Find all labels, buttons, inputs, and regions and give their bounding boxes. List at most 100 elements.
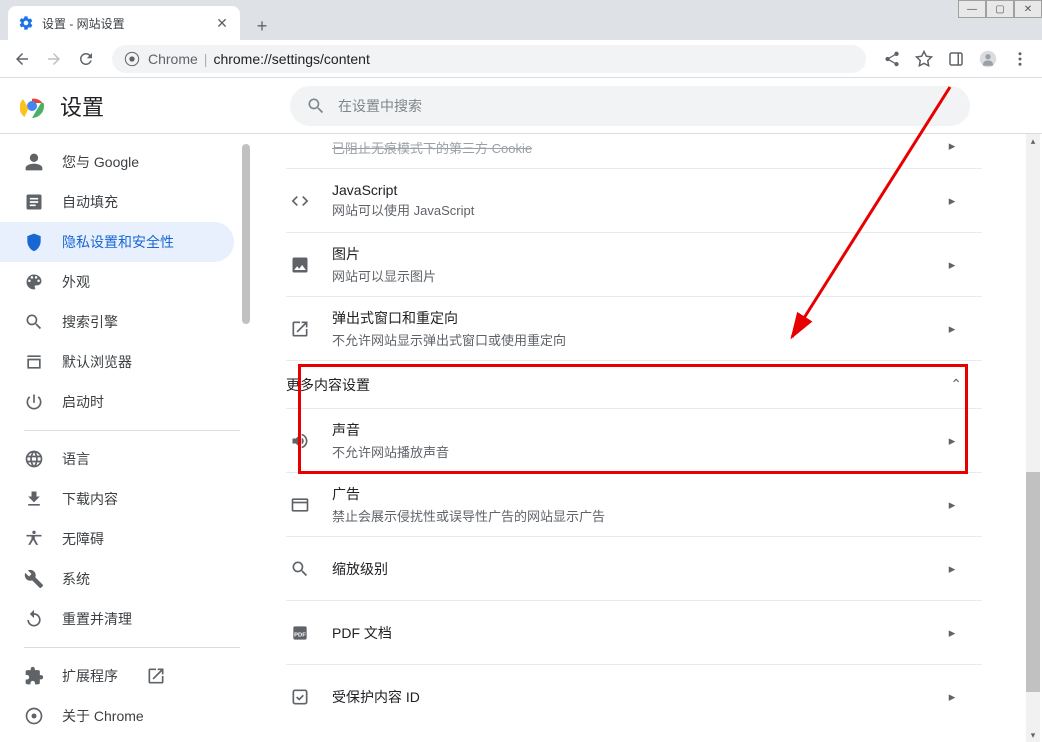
menu-icon[interactable] xyxy=(1006,45,1034,73)
setting-row-zoom[interactable]: 缩放级别 ▸ xyxy=(286,536,982,600)
protected-content-icon xyxy=(288,685,312,709)
sidebar-item-you-and-google[interactable]: 您与 Google xyxy=(0,142,234,182)
address-bar[interactable]: Chrome|chrome://settings/content xyxy=(112,45,866,73)
search-input[interactable] xyxy=(338,98,954,114)
svg-text:PDF: PDF xyxy=(294,632,306,638)
row-title: PDF 文档 xyxy=(332,623,922,643)
setting-row-popups[interactable]: 弹出式窗口和重定向 不允许网站显示弹出式窗口或使用重定向 ▸ xyxy=(286,296,982,360)
pdf-icon: PDF xyxy=(288,621,312,645)
chevron-right-icon: ▸ xyxy=(942,255,962,275)
sidebar-item-label: 无障碍 xyxy=(62,529,104,549)
close-window-button[interactable]: ✕ xyxy=(1014,0,1042,18)
setting-row-javascript[interactable]: JavaScript 网站可以使用 JavaScript ▸ xyxy=(286,168,982,232)
sidebar-item-system[interactable]: 系统 xyxy=(0,559,234,599)
sidebar-item-search-engine[interactable]: 搜索引擎 xyxy=(0,302,234,342)
row-subtitle: 不允许网站显示弹出式窗口或使用重定向 xyxy=(332,330,922,349)
setting-row-pdf[interactable]: PDF PDF 文档 ▸ xyxy=(286,600,982,664)
chevron-right-icon: ▸ xyxy=(942,559,962,579)
row-subtitle: 网站可以使用 JavaScript xyxy=(332,200,922,219)
row-subtitle: 不允许网站播放声音 xyxy=(332,442,922,461)
gear-icon xyxy=(18,15,34,31)
sidebar-item-on-startup[interactable]: 启动时 xyxy=(0,382,234,422)
browser-toolbar: Chrome|chrome://settings/content xyxy=(0,40,1042,78)
sidebar-item-reset-cleanup[interactable]: 重置并清理 xyxy=(0,599,234,639)
tab-title: 设置 - 网站设置 xyxy=(42,15,125,32)
sidebar: 您与 Google 自动填充 隐私设置和安全性 外观 搜索引擎 默认浏览器 xyxy=(0,134,256,742)
content-area: 已阻止无痕模式下的第三方 Cookie ▸ JavaScript 网站可以使用 … xyxy=(256,134,1042,742)
setting-row-images[interactable]: 图片 网站可以显示图片 ▸ xyxy=(286,232,982,296)
row-title: 缩放级别 xyxy=(332,559,922,579)
sidebar-item-languages[interactable]: 语言 xyxy=(0,439,234,479)
sidebar-item-privacy-security[interactable]: 隐私设置和安全性 xyxy=(0,222,234,262)
sidebar-item-downloads[interactable]: 下载内容 xyxy=(0,479,234,519)
chevron-right-icon: ▸ xyxy=(942,191,962,211)
sidebar-item-label: 关于 Chrome xyxy=(62,706,144,726)
chevron-right-icon: ▸ xyxy=(942,431,962,451)
star-icon[interactable] xyxy=(910,45,938,73)
sidebar-item-accessibility[interactable]: 无障碍 xyxy=(0,519,234,559)
row-title: 弹出式窗口和重定向 xyxy=(332,308,922,328)
sidebar-item-label: 扩展程序 xyxy=(62,666,118,686)
chrome-logo-icon xyxy=(20,94,44,118)
setting-row-cookies[interactable]: 已阻止无痕模式下的第三方 Cookie ▸ xyxy=(286,134,982,168)
content-scrollbar[interactable]: ▴ ▾ xyxy=(1026,134,1040,742)
chevron-right-icon: ▸ xyxy=(942,687,962,707)
maximize-button[interactable]: ▢ xyxy=(986,0,1014,18)
sidebar-item-label: 自动填充 xyxy=(62,192,118,212)
close-tab-icon[interactable]: ✕ xyxy=(214,15,230,31)
row-subtitle: 已阻止无痕模式下的第三方 Cookie xyxy=(332,138,922,157)
sidebar-item-label: 启动时 xyxy=(62,392,104,412)
section-title: 更多内容设置 xyxy=(286,375,370,395)
sidebar-item-default-browser[interactable]: 默认浏览器 xyxy=(0,342,234,382)
sidebar-item-label: 外观 xyxy=(62,272,90,292)
chevron-right-icon: ▸ xyxy=(942,136,962,156)
share-icon[interactable] xyxy=(878,45,906,73)
sidebar-item-about-chrome[interactable]: 关于 Chrome xyxy=(0,696,234,736)
zoom-icon xyxy=(288,557,312,581)
sidebar-item-extensions[interactable]: 扩展程序 xyxy=(0,656,234,696)
settings-header: 设置 xyxy=(0,78,1042,134)
new-tab-button[interactable]: + xyxy=(248,12,276,40)
settings-search[interactable] xyxy=(290,86,970,126)
sidebar-divider xyxy=(24,647,240,648)
back-button[interactable] xyxy=(8,45,36,73)
sidebar-item-label: 默认浏览器 xyxy=(62,352,132,372)
url-text: Chrome|chrome://settings/content xyxy=(148,51,370,67)
chevron-right-icon: ▸ xyxy=(942,623,962,643)
reload-button[interactable] xyxy=(72,45,100,73)
minimize-button[interactable]: — xyxy=(958,0,986,18)
external-link-icon xyxy=(146,666,166,686)
popup-icon xyxy=(288,317,312,341)
chevron-right-icon: ▸ xyxy=(942,319,962,339)
row-title: 图片 xyxy=(332,244,922,264)
row-title: 受保护内容 ID xyxy=(332,687,922,707)
chrome-page-icon xyxy=(124,51,140,67)
chevron-right-icon: ▸ xyxy=(942,495,962,515)
code-icon xyxy=(288,189,312,213)
sidebar-scrollbar[interactable] xyxy=(242,144,250,732)
cookie-icon xyxy=(288,134,312,158)
sidebar-item-label: 重置并清理 xyxy=(62,609,132,629)
scroll-down-icon[interactable]: ▾ xyxy=(1026,728,1040,742)
search-icon xyxy=(306,96,326,116)
setting-row-ads[interactable]: 广告 禁止会展示侵扰性或误导性广告的网站显示广告 ▸ xyxy=(286,472,982,536)
forward-button[interactable] xyxy=(40,45,68,73)
setting-row-sound[interactable]: 声音 不允许网站播放声音 ▸ xyxy=(286,408,982,472)
row-title: 声音 xyxy=(332,420,922,440)
sound-icon xyxy=(288,429,312,453)
sidebar-item-label: 系统 xyxy=(62,569,90,589)
row-title: 广告 xyxy=(332,484,922,504)
browser-tab[interactable]: 设置 - 网站设置 ✕ xyxy=(8,6,240,40)
tab-bar: 设置 - 网站设置 ✕ + xyxy=(0,0,1042,40)
section-header-more-content[interactable]: 更多内容设置 ⌃ xyxy=(286,360,982,408)
scroll-thumb[interactable] xyxy=(1026,472,1040,692)
sidebar-item-label: 您与 Google xyxy=(62,152,139,172)
setting-row-protected-content[interactable]: 受保护内容 ID ▸ xyxy=(286,664,982,728)
scroll-up-icon[interactable]: ▴ xyxy=(1026,134,1040,148)
sidebar-item-autofill[interactable]: 自动填充 xyxy=(0,182,234,222)
row-subtitle: 禁止会展示侵扰性或误导性广告的网站显示广告 xyxy=(332,506,922,525)
sidebar-item-appearance[interactable]: 外观 xyxy=(0,262,234,302)
extensions-panel-icon[interactable] xyxy=(942,45,970,73)
sidebar-item-label: 搜索引擎 xyxy=(62,312,118,332)
profile-icon[interactable] xyxy=(974,45,1002,73)
